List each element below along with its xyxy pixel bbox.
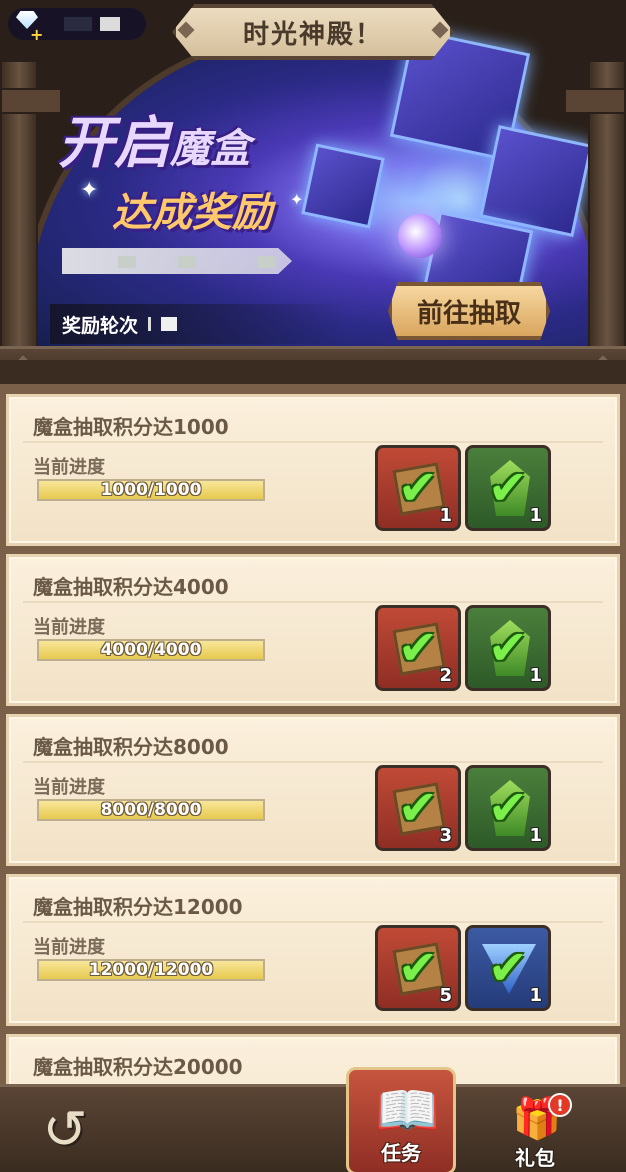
progress-text: 4000/4000 [100,640,202,660]
reward-slot-treasure-box[interactable]: ✔ 2 [375,605,461,691]
task-list[interactable]: 魔盒抽取积分达1000 当前进度 1000/1000 ✔ 1 ✔ 1 魔盒抽取积… [0,384,626,1084]
tab-gift-label: 礼包 [515,1146,555,1170]
progress-label: 当前进度 [33,777,105,798]
headline-main: 开启魔盒 [58,111,250,176]
magic-orb [398,214,442,258]
tab-task[interactable]: 📖 任务 [346,1067,456,1172]
progress-bar: 4000/4000 [37,639,265,661]
title-plate: 时光神殿！ [172,4,454,60]
task-title: 魔盒抽取积分达4000 [33,575,229,599]
divider [23,921,603,923]
reward-slot-green-gem[interactable]: ✔ 1 [465,765,551,851]
tab-task-label: 任务 [381,1141,421,1165]
sparkle-icon: ✦ [290,190,304,209]
progress-label: 当前进度 [33,937,105,958]
reward-count: 3 [439,825,452,846]
banner-bottom-frame [0,346,626,360]
task-card: 魔盒抽取积分达12000 当前进度 12000/12000 ✔ 5 ✔ 1 [6,874,620,1026]
reward-slot-green-gem[interactable]: ✔ 1 [465,605,551,691]
progress-label: 当前进度 [33,457,105,478]
reward-slot-treasure-box[interactable]: ✔ 1 [375,445,461,531]
round-bar: 奖励轮次 [50,304,350,344]
progress-text: 12000/12000 [88,960,214,980]
currency-value [64,17,120,31]
reward-count: 5 [439,985,452,1006]
task-title: 魔盒抽取积分达12000 [33,895,243,919]
reward-slot-green-gem[interactable]: ✔ 1 [465,445,551,531]
headline-sub: 达成奖励 [112,190,272,236]
reward-count: 1 [529,505,542,526]
magic-cube [301,143,385,229]
progress-bar: 12000/12000 [37,959,265,981]
right-pillar-cap [564,88,626,114]
sparkle-icon: ✦ [80,178,99,203]
tab-gift[interactable]: 🎁 ! 礼包 [490,1093,580,1172]
reward-slot-treasure-box[interactable]: ✔ 5 [375,925,461,1011]
task-card: 魔盒抽取积分达20000 [6,1034,620,1084]
progress-text: 1000/1000 [100,480,202,500]
banner-info-bar [62,248,292,274]
divider [23,441,603,443]
headline-main-small: 魔盒 [170,126,250,172]
magic-cube [479,125,593,237]
reward-count: 1 [439,505,452,526]
task-card: 魔盒抽取积分达4000 当前进度 4000/4000 ✔ 2 ✔ 1 [6,554,620,706]
task-title: 魔盒抽取积分达1000 [33,415,229,439]
go-draw-button[interactable]: 前往抽取 [388,282,550,340]
reward-count: 2 [439,665,452,686]
divider [23,761,603,763]
task-card: 魔盒抽取积分达8000 当前进度 8000/8000 ✔ 3 ✔ 1 [6,714,620,866]
back-arrow-icon: ↺ [42,1097,88,1161]
event-banner: + 时光神殿！ 开启魔盒 达成奖励 ✦ ✦ 奖励轮次 前往抽取 [0,0,626,360]
progress-bar: 8000/8000 [37,799,265,821]
reward-slot-treasure-box[interactable]: ✔ 3 [375,765,461,851]
progress-bar: 1000/1000 [37,479,265,501]
book-icon: 📖 [375,1081,440,1141]
round-label: 奖励轮次 [62,314,139,337]
reward-count: 1 [529,985,542,1006]
diamond-plus-icon[interactable]: + [12,9,43,44]
divider [23,601,603,603]
task-title: 魔盒抽取积分达8000 [33,735,229,759]
task-card: 魔盒抽取积分达1000 当前进度 1000/1000 ✔ 1 ✔ 1 [6,394,620,546]
reward-count: 1 [529,825,542,846]
progress-label: 当前进度 [33,617,105,638]
left-pillar-cap [0,88,62,114]
notification-badge: ! [548,1093,572,1117]
back-button[interactable]: ↺ [30,1097,100,1161]
currency-box[interactable]: + [8,8,146,44]
reward-slot-blue-gem[interactable]: ✔ 1 [465,925,551,1011]
go-draw-label: 前往抽取 [416,298,521,329]
reward-count: 1 [529,665,542,686]
page-title: 时光神殿！ [242,19,383,50]
bottom-nav: ↺ 📖 任务 🎁 ! 礼包 [0,1067,626,1172]
round-value [148,317,178,331]
progress-text: 8000/8000 [100,800,202,820]
task-title: 魔盒抽取积分达20000 [33,1055,243,1079]
